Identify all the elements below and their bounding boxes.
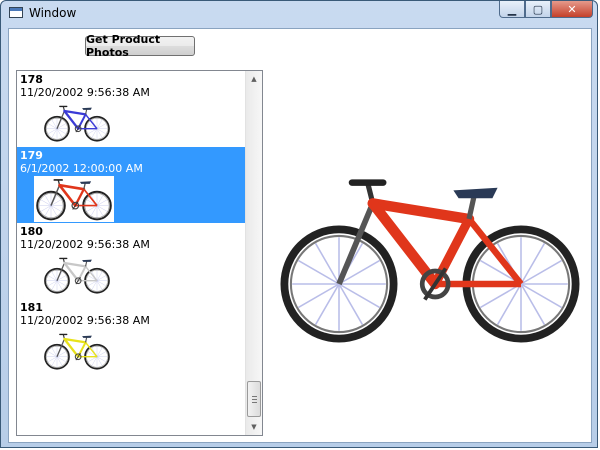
window-title: Window — [29, 6, 77, 20]
photo-id: 178 — [20, 73, 43, 86]
minimize-icon: ▁ — [507, 2, 517, 16]
close-button[interactable]: ✕ — [551, 1, 593, 18]
bike-thumbnail — [34, 176, 114, 222]
scroll-thumb[interactable] — [247, 381, 261, 417]
photo-date: 6/1/2002 12:00:00 AM — [20, 162, 143, 175]
product-photo-preview — [280, 179, 580, 343]
list-item[interactable]: 180 11/20/2002 9:56:38 AM — [17, 223, 246, 299]
caption-buttons: ▁ ▢ ✕ — [499, 1, 593, 19]
photo-listbox[interactable]: 178 11/20/2002 9:56:38 AM 179 6/1/2002 1… — [16, 70, 263, 436]
maximize-icon: ▢ — [532, 2, 544, 16]
list-item[interactable]: 178 11/20/2002 9:56:38 AM — [17, 71, 246, 147]
vertical-scrollbar[interactable]: ▲ ▼ — [245, 71, 262, 435]
photo-id: 179 — [20, 149, 43, 162]
title-bar[interactable]: Window ▁ ▢ ✕ — [1, 1, 599, 27]
bike-thumbnail — [44, 257, 110, 294]
close-icon: ✕ — [567, 2, 577, 16]
application-window: Window ▁ ▢ ✕ Get Product Photos 178 11/2… — [0, 0, 598, 448]
minimize-button[interactable]: ▁ — [499, 1, 525, 18]
photo-list: 178 11/20/2002 9:56:38 AM 179 6/1/2002 1… — [17, 71, 246, 375]
scroll-up-arrow-icon[interactable]: ▲ — [246, 71, 262, 87]
photo-date: 11/20/2002 9:56:38 AM — [20, 314, 150, 327]
bike-thumbnail — [44, 105, 110, 142]
maximize-button[interactable]: ▢ — [525, 1, 551, 18]
photo-id: 180 — [20, 225, 43, 238]
list-item[interactable]: 179 6/1/2002 12:00:00 AM — [17, 147, 246, 223]
photo-id: 181 — [20, 301, 43, 314]
photo-date: 11/20/2002 9:56:38 AM — [20, 238, 150, 251]
scroll-down-arrow-icon[interactable]: ▼ — [246, 419, 262, 435]
get-product-photos-button[interactable]: Get Product Photos — [85, 33, 195, 59]
client-area: Get Product Photos 178 11/20/2002 9:56:3… — [8, 28, 592, 443]
bike-thumbnail — [44, 333, 110, 370]
window-icon — [9, 7, 23, 18]
list-item[interactable]: 181 11/20/2002 9:56:38 AM — [17, 299, 246, 375]
photo-date: 11/20/2002 9:56:38 AM — [20, 86, 150, 99]
